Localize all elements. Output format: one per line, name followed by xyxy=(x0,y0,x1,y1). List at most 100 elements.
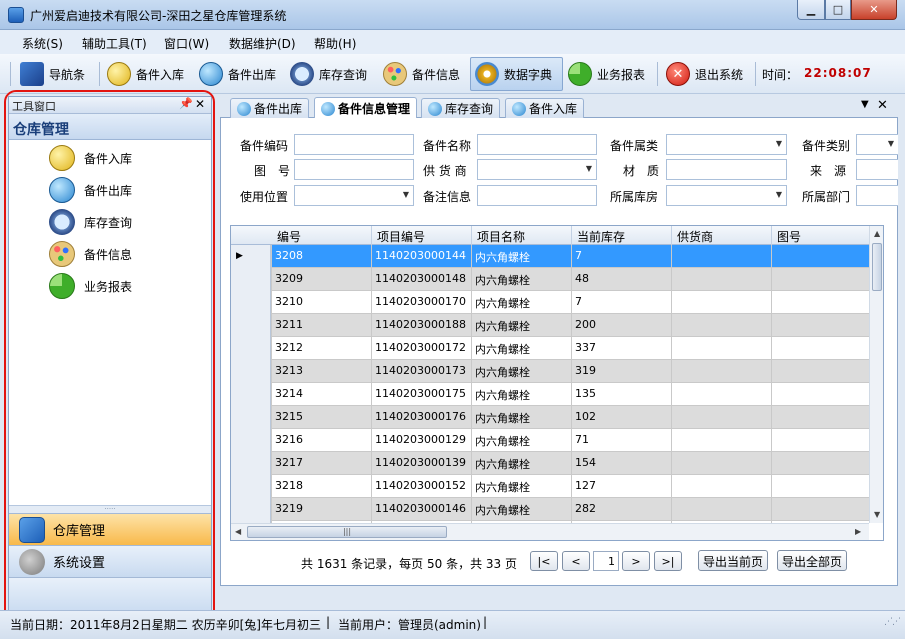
table-row[interactable]: 3211 1140203000188 内六角螺栓 200 xyxy=(231,314,871,337)
cell-id: 3211 xyxy=(275,318,303,331)
nav-item-label: 备件信息 xyxy=(84,247,133,262)
tab-stock-out[interactable]: 备件出库 xyxy=(230,98,310,118)
first-page-button[interactable]: |< xyxy=(530,551,558,571)
toolbar-separator xyxy=(755,62,756,86)
cell-item-name: 内六角螺栓 xyxy=(475,389,530,402)
toolbar-inventory-query-button[interactable]: 库存查询 xyxy=(286,57,371,91)
scroll-up-icon[interactable]: ▲ xyxy=(874,229,880,238)
tab-inventory-query[interactable]: 库存查询 xyxy=(421,98,501,118)
part-code-input[interactable] xyxy=(294,134,414,155)
use-location-select[interactable] xyxy=(294,185,414,206)
vertical-scrollbar[interactable]: ▲ ▼ xyxy=(869,226,883,523)
maximize-button[interactable]: □ xyxy=(825,0,851,20)
last-page-button[interactable]: >| xyxy=(654,551,682,571)
table-row[interactable]: 3213 1140203000173 内六角螺栓 319 xyxy=(231,360,871,383)
toolbar-data-dictionary-button[interactable]: 数据字典 xyxy=(470,57,563,91)
export-all-pages-button[interactable]: 导出全部页 xyxy=(777,550,848,571)
material-input[interactable] xyxy=(666,159,787,180)
nav-item-inventory-query[interactable]: 库存查询 xyxy=(49,208,132,236)
nav-item-part-info[interactable]: 备件信息 xyxy=(49,240,132,268)
menu-data-maintenance[interactable]: 数据维护(D) xyxy=(229,35,296,52)
column-header-id[interactable]: 编号 xyxy=(277,228,301,245)
cell-item-code: 1140203000170 xyxy=(375,295,466,308)
prev-page-button[interactable]: < xyxy=(562,551,590,571)
department-input[interactable] xyxy=(856,185,898,206)
menu-help[interactable]: 帮助(H) xyxy=(314,35,356,52)
source-input[interactable] xyxy=(856,159,898,180)
part-category-select[interactable] xyxy=(666,134,787,155)
nav-pane-settings[interactable]: 系统设置 xyxy=(9,545,211,577)
table-row[interactable]: 3212 1140203000172 内六角螺栓 337 xyxy=(231,337,871,360)
column-header-item-code[interactable]: 项目编号 xyxy=(377,228,425,245)
toolbar-stock-out-button[interactable]: 备件出库 xyxy=(195,57,280,91)
menu-tools[interactable]: 辅助工具(T) xyxy=(82,35,147,52)
column-header-current-stock[interactable]: 当前库存 xyxy=(577,228,625,245)
resize-grip-icon[interactable]: ⋰⋰ xyxy=(884,617,901,627)
cell-current-stock: 337 xyxy=(575,341,596,354)
table-row[interactable]: 3215 1140203000176 内六角螺栓 102 xyxy=(231,406,871,429)
nav-item-report[interactable]: 业务报表 xyxy=(49,272,132,300)
table-row[interactable]: 3219 1140203000146 内六角螺栓 282 xyxy=(231,498,871,521)
remark-input[interactable] xyxy=(477,185,597,206)
toolbar-navigation-button[interactable]: 导航条 xyxy=(16,57,89,91)
export-current-page-button[interactable]: 导出当前页 xyxy=(698,550,769,571)
supplier-label: 供 货 商 xyxy=(423,164,467,178)
supplier-select[interactable] xyxy=(477,159,597,180)
tab-label: 库存查询 xyxy=(445,102,494,116)
column-header-item-name[interactable]: 项目名称 xyxy=(477,228,525,245)
scroll-down-icon[interactable]: ▼ xyxy=(874,510,880,519)
tab-part-info-management[interactable]: 备件信息管理 xyxy=(314,97,418,119)
table-row[interactable]: 3210 1140203000170 内六角螺栓 7 xyxy=(231,291,871,314)
cell-item-code: 1140203000139 xyxy=(375,456,466,469)
drawing-no-input[interactable] xyxy=(294,159,414,180)
nav-item-stock-in[interactable]: 备件入库 xyxy=(49,144,132,172)
next-page-button[interactable]: > xyxy=(622,551,650,571)
page-number-input[interactable]: 1 xyxy=(593,551,619,571)
table-row[interactable]: 3216 1140203000129 内六角螺栓 71 xyxy=(231,429,871,452)
table-row[interactable]: 3208 1140203000144 内六角螺栓 7 xyxy=(231,245,871,268)
minimize-button[interactable]: ▁ xyxy=(797,0,825,20)
cell-id: 3208 xyxy=(275,249,303,262)
close-icon[interactable]: ✕ xyxy=(195,97,205,111)
horizontal-scrollbar[interactable]: ◀ ||| ▶ xyxy=(231,523,869,540)
part-code-label: 备件编码 xyxy=(240,139,289,153)
tool-window-panel: 工具窗口 📌 ✕ 仓库管理 备件入库 备件出库 库存查询 备件信息 业务报表 ·… xyxy=(8,96,212,616)
toolbar-label: 备件出库 xyxy=(228,67,277,82)
scroll-right-icon[interactable]: ▶ xyxy=(855,527,861,536)
cell-item-name: 内六角螺栓 xyxy=(475,251,530,264)
cell-current-stock: 71 xyxy=(575,433,589,446)
table-row[interactable]: 3217 1140203000139 内六角螺栓 154 xyxy=(231,452,871,475)
toolbar-exit-button[interactable]: ✕ 退出系统 xyxy=(662,57,747,91)
vertical-scroll-thumb[interactable] xyxy=(872,243,882,291)
part-name-input[interactable] xyxy=(477,134,597,155)
menu-system[interactable]: 系统(S) xyxy=(22,35,63,52)
pin-icon[interactable]: 📌 xyxy=(179,97,193,110)
panel-splitter[interactable]: ····· xyxy=(9,505,211,513)
tab-list-dropdown-icon[interactable]: ▼ xyxy=(861,99,869,110)
nav-item-stock-out[interactable]: 备件出库 xyxy=(49,176,132,204)
part-type-select[interactable] xyxy=(856,134,898,155)
horizontal-scroll-thumb[interactable]: ||| xyxy=(247,526,447,538)
scroll-left-icon[interactable]: ◀ xyxy=(235,527,241,536)
tab-close-icon[interactable]: ✕ xyxy=(877,98,888,113)
close-button[interactable]: ✕ xyxy=(851,0,897,20)
app-icon xyxy=(8,7,24,23)
toolbar-separator xyxy=(657,62,658,86)
nav-pane-warehouse[interactable]: 仓库管理 xyxy=(9,513,211,545)
tool-window-header: 工具窗口 📌 ✕ xyxy=(9,97,211,114)
warehouse-select[interactable] xyxy=(666,185,787,206)
source-label: 来 源 xyxy=(810,164,847,178)
cell-current-stock: 7 xyxy=(575,249,582,262)
section-title: 仓库管理 xyxy=(13,122,69,138)
toolbar-report-button[interactable]: 业务报表 xyxy=(564,57,649,91)
table-row[interactable]: 3214 1140203000175 内六角螺栓 135 xyxy=(231,383,871,406)
wrench-icon xyxy=(19,548,45,575)
toolbar-stock-in-button[interactable]: 备件入库 xyxy=(103,57,188,91)
menu-window[interactable]: 窗口(W) xyxy=(164,35,209,52)
column-header-supplier[interactable]: 供货商 xyxy=(677,228,713,245)
table-row[interactable]: 3209 1140203000148 内六角螺栓 48 xyxy=(231,268,871,291)
column-header-drawing-no[interactable]: 图号 xyxy=(777,228,801,245)
table-row[interactable]: 3218 1140203000152 内六角螺栓 127 xyxy=(231,475,871,498)
toolbar-part-info-button[interactable]: 备件信息 xyxy=(379,57,464,91)
tab-stock-in[interactable]: 备件入库 xyxy=(505,98,585,118)
